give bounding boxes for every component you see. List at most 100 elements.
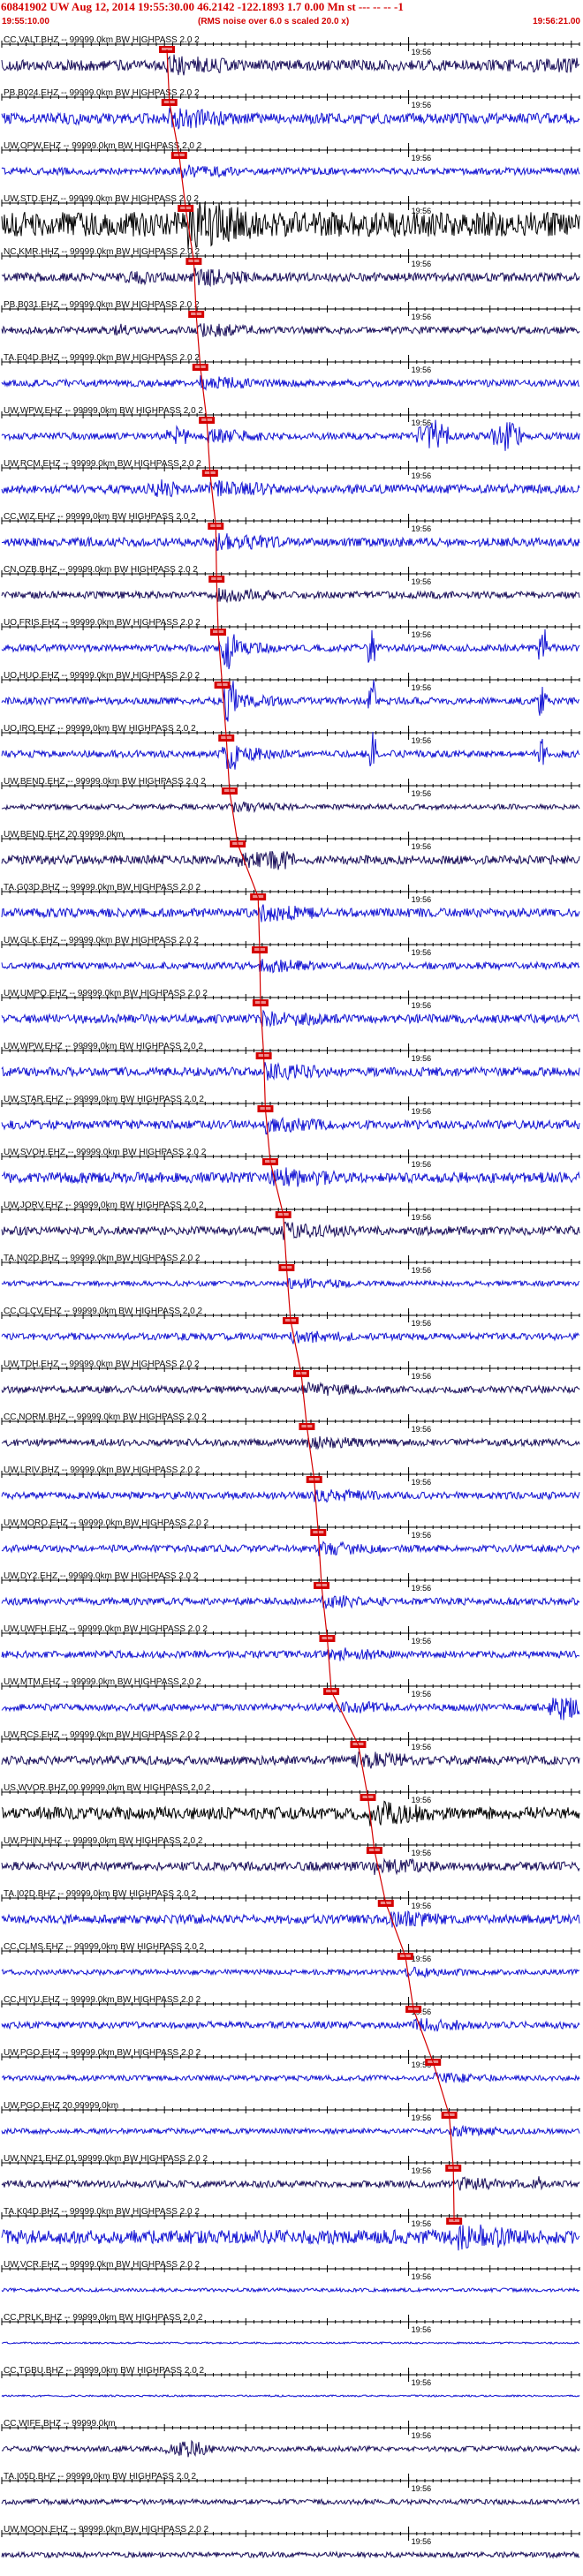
channel-row: UW.GLK.EHZ -- 99999.0km BW HIGHPASS 2.0 … bbox=[1, 936, 580, 974]
channel-row: UW.MORO.EHZ -- 99999.0km BW HIGHPASS 2.0… bbox=[1, 1518, 580, 1556]
minute-mark-label: 19:56 bbox=[412, 1478, 432, 1487]
channel-label: CC.NORM.BHZ -- 99999.0km BW HIGHPASS 2.0… bbox=[4, 1412, 207, 1422]
channel-label: UW.GLK.EHZ -- 99999.0km BW HIGHPASS 2.0 … bbox=[4, 936, 199, 945]
channel-row: TA.I02D.BHZ -- 99999.0km BW HIGHPASS 2.0… bbox=[1, 1889, 580, 1928]
minute-mark-label: 19:56 bbox=[412, 365, 432, 374]
channel-row: UW.UMPQ.EHZ -- 99999.0km BW HIGHPASS 2.0… bbox=[1, 989, 580, 1028]
channel-label: UW.MTM.EHZ -- 99999.0km BW HIGHPASS 2.0 … bbox=[4, 1677, 201, 1687]
seismic-trace bbox=[1, 1966, 580, 1979]
minute-mark-label: 19:56 bbox=[412, 1425, 432, 1434]
minute-mark-label: 19:56 bbox=[412, 2325, 432, 2334]
minute-mark-label: 19:56 bbox=[412, 736, 432, 745]
channel-label: UW.SVOH.EHZ -- 99999.0km BW HIGHPASS 2.0… bbox=[4, 1148, 207, 1157]
minute-mark-label: 19:56 bbox=[412, 2272, 432, 2281]
minute-mark-label: 19:56 bbox=[412, 1107, 432, 1116]
channel-row: NC.KMR.HHZ -- 99999.0km BW HIGHPASS 2.0 … bbox=[1, 247, 580, 288]
seismogram-plot: CC.VALT.BHZ -- 99999.0km BW HIGHPASS 2.0… bbox=[1, 35, 580, 2559]
seismic-trace bbox=[1, 375, 580, 391]
channel-row: US.WVOR.BHZ.00.99999.0km BW HIGHPASS 2.0… bbox=[1, 1783, 580, 1827]
seismic-trace bbox=[1, 164, 580, 178]
channel-row: UW.PGO.EHZ -- 99999.0km BW HIGHPASS 2.0 … bbox=[1, 2048, 580, 2083]
channel-label: UW.WPW.EHZ -- 99999.0km BW HIGHPASS 2.0 … bbox=[4, 406, 203, 416]
channel-row: CC.WIZ.EHZ -- 99999.0km BW HIGHPASS 2.0 … bbox=[1, 512, 580, 551]
seismic-trace bbox=[1, 1647, 580, 1661]
seismic-trace bbox=[1, 2550, 580, 2559]
channel-label: PB.B024.EHZ -- 99999.0km BW HIGHPASS 2.0… bbox=[4, 88, 200, 98]
channel-label: UW.JORV.EHZ -- 99999.0km BW HIGHPASS 2.0… bbox=[4, 1201, 204, 1210]
minute-mark-label: 19:56 bbox=[412, 1902, 432, 1910]
channel-row: CC.PRLK.BHZ -- 99999.0km BW HIGHPASS 2.0… bbox=[1, 2313, 580, 2346]
seismic-trace bbox=[1, 629, 580, 670]
minute-mark-label: 19:56 bbox=[412, 1955, 432, 1963]
channel-label: TA.N02D.BHZ -- 99999.0km BW HIGHPASS 2.0… bbox=[4, 1254, 201, 1263]
minute-mark-label: 19:56 bbox=[412, 154, 432, 162]
seismic-trace bbox=[1, 419, 580, 451]
channel-label: US.WVOR.BHZ.00.99999.0km BW HIGHPASS 2.0… bbox=[4, 1783, 211, 1793]
channel-row: UW.OPW.EHZ -- 99999.0km BW HIGHPASS 2.0 … bbox=[1, 141, 580, 178]
seismic-trace bbox=[1, 2286, 580, 2294]
seismic-trace bbox=[1, 1751, 580, 1769]
seismic-trace bbox=[1, 1540, 580, 1556]
channel-row: CC.VALT.BHZ -- 99999.0km BW HIGHPASS 2.0… bbox=[1, 35, 580, 76]
minute-mark-label: 19:56 bbox=[412, 1319, 432, 1328]
minute-mark-label: 19:56 bbox=[412, 1743, 432, 1751]
channel-row: UW.PGO.EHZ 20.99999.0km 19:56 bbox=[1, 2101, 580, 2137]
seismic-trace bbox=[1, 2071, 580, 2083]
minute-mark-label: 19:56 bbox=[412, 313, 432, 321]
channel-row: CN.OZB.BHZ -- 99999.0km BW HIGHPASS 2.0 … bbox=[1, 565, 580, 604]
channel-row: CC.CLMS.EHZ -- 99999.0km BW HIGHPASS 2.0… bbox=[1, 1942, 580, 1979]
channel-label: UW.VCR.EHZ -- 99999.0km BW HIGHPASS 2.0 … bbox=[4, 2260, 201, 2270]
channel-row: UW.WPW.EHZ -- 99999.0km BW HIGHPASS 2.0 … bbox=[1, 1042, 580, 1081]
channel-label: UW.MOON.EHZ -- 99999.0km BW HIGHPASS 2.0… bbox=[4, 2525, 209, 2535]
channel-row: TA.G03D.BHZ -- 99999.0km BW HIGHPASS 2.0… bbox=[1, 883, 580, 923]
channel-label: UW.DY2.EHZ -- 99999.0km BW HIGHPASS 2.0 … bbox=[4, 1571, 199, 1581]
minute-mark-label: 19:56 bbox=[412, 101, 432, 109]
minute-mark-label: 19:56 bbox=[412, 842, 432, 851]
seismic-trace bbox=[1, 2124, 580, 2137]
channel-row: TA.N02D.BHZ -- 99999.0km BW HIGHPASS 2.0… bbox=[1, 1254, 580, 1289]
channel-label: UW.UWFH.EHZ -- 99999.0km BW HIGHPASS 2.0… bbox=[4, 1624, 208, 1634]
channel-row: UW.PHIN.HHZ -- 99999.0km BW HIGHPASS 2.0… bbox=[1, 1836, 580, 1876]
channel-label: UO.HUO.EHZ -- 99999.0km BW HIGHPASS 2.0 … bbox=[4, 671, 201, 681]
minute-mark-label: 19:56 bbox=[412, 1690, 432, 1699]
seismic-trace bbox=[1, 201, 580, 250]
seismic-trace bbox=[1, 479, 580, 498]
seismic-trace bbox=[1, 1116, 580, 1135]
channel-label: UW.STD.EHZ -- 99999.0km BW HIGHPASS 2.0 … bbox=[4, 194, 199, 204]
channel-label: CC.PRLK.BHZ -- 99999.0km BW HIGHPASS 2.0… bbox=[4, 2313, 203, 2323]
seismic-trace bbox=[1, 532, 580, 551]
channel-label: UW.WPW.EHZ -- 99999.0km BW HIGHPASS 2.0 … bbox=[4, 1042, 203, 1051]
minute-mark-label: 19:56 bbox=[412, 1372, 432, 1381]
seismic-trace bbox=[1, 1062, 580, 1081]
minute-mark-label: 19:56 bbox=[412, 524, 432, 533]
channel-row: UW.WPW.EHZ -- 99999.0km BW HIGHPASS 2.0 … bbox=[1, 406, 580, 451]
channel-label: UO.FRIS.EHZ -- 99999.0km BW HIGHPASS 2.0… bbox=[4, 618, 201, 628]
seismic-trace bbox=[1, 1435, 580, 1450]
seismic-trace bbox=[1, 2224, 580, 2251]
seismic-trace bbox=[1, 2017, 580, 2032]
seismic-trace bbox=[1, 1009, 580, 1028]
minute-mark-label: 19:56 bbox=[412, 2484, 432, 2493]
channel-label: UW.OPW.EHZ -- 99999.0km BW HIGHPASS 2.0 … bbox=[4, 141, 202, 151]
minute-mark-label: 19:56 bbox=[412, 789, 432, 798]
minute-mark-label: 19:56 bbox=[412, 2166, 432, 2175]
minute-mark-label: 19:56 bbox=[412, 260, 432, 268]
minute-mark-label: 19:56 bbox=[412, 683, 432, 692]
channel-row: UW.TDH.EHZ -- 99999.0km BW HIGHPASS 2.0 … bbox=[1, 1360, 580, 1397]
channel-row: UW.STAR.EHZ -- 99999.0km BW HIGHPASS 2.0… bbox=[1, 1095, 580, 1135]
channel-label: UW.BEND.EHZ 20.99999.0km bbox=[4, 830, 124, 840]
channel-row: CC.TGBU.BHZ -- 99999.0km BW HIGHPASS 2.0… bbox=[1, 2366, 580, 2398]
channel-label: UW.TDH.EHZ -- 99999.0km BW HIGHPASS 2.0 … bbox=[4, 1360, 200, 1369]
minute-mark-label: 19:56 bbox=[412, 1584, 432, 1593]
minute-mark-label: 19:56 bbox=[412, 2431, 432, 2440]
channel-label: CC.WIZ.EHZ -- 99999.0km BW HIGHPASS 2.0 … bbox=[4, 512, 196, 522]
channel-label: UW.PGO.EHZ 20.99999.0km bbox=[4, 2101, 118, 2111]
seismic-trace bbox=[1, 1698, 580, 1721]
channel-label: NC.KMR.HHZ -- 99999.0km BW HIGHPASS 2.0 … bbox=[4, 247, 201, 257]
channel-label: CC.VALT.BHZ -- 99999.0km BW HIGHPASS 2.0… bbox=[4, 35, 200, 45]
channel-row: TA.K04D.BHZ -- 99999.0km BW HIGHPASS 2.0… bbox=[1, 2207, 580, 2251]
minute-mark-label: 19:56 bbox=[412, 1054, 432, 1063]
seismic-trace bbox=[1, 587, 580, 604]
channel-row: CC.CLCV.EHZ -- 99999.0km BW HIGHPASS 2.0… bbox=[1, 1307, 580, 1344]
seismic-trace bbox=[1, 267, 580, 288]
